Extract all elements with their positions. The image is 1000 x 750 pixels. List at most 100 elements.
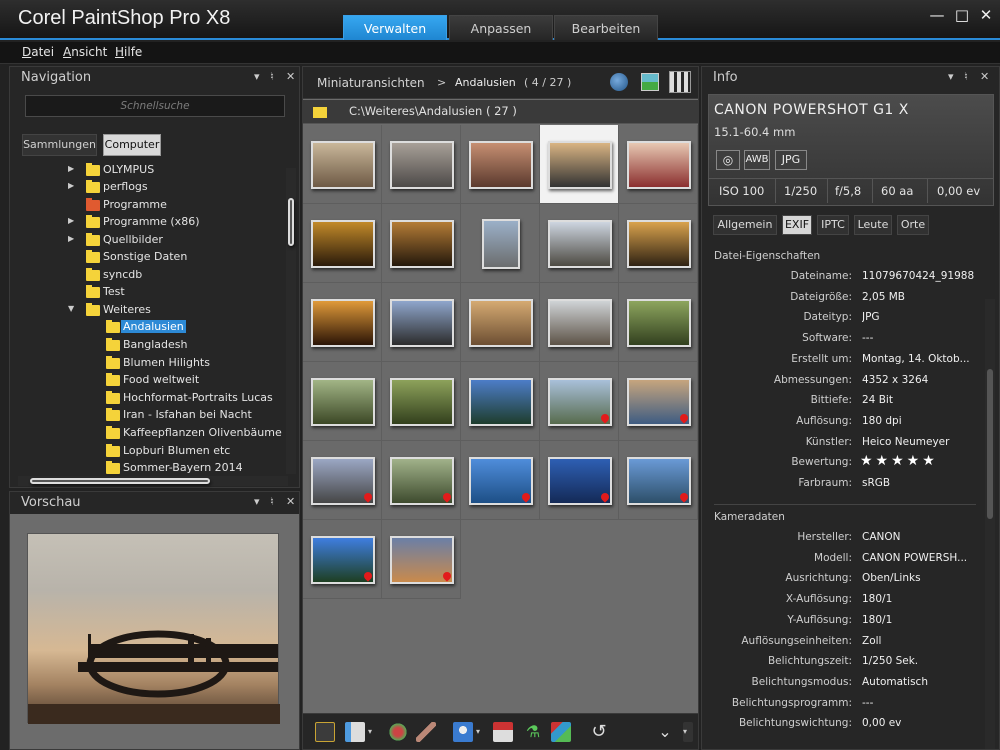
filmstrip-view-icon[interactable] [315, 722, 335, 742]
thumbnail-cell[interactable] [540, 283, 619, 362]
minimize-icon[interactable]: — [927, 6, 947, 24]
thumbnail-cell[interactable] [540, 204, 619, 283]
breadcrumb-folder[interactable]: Andalusien [455, 76, 516, 89]
close-panel-icon[interactable]: ✕ [980, 70, 989, 83]
compare-icon[interactable] [551, 722, 571, 742]
tree-item-blumen-hilights[interactable]: Blumen Hilights [80, 355, 310, 372]
thumbnail-image[interactable] [468, 377, 533, 426]
dropdown-icon[interactable]: ▾ [476, 722, 484, 742]
tab-sammlungen[interactable]: Sammlungen [22, 134, 97, 156]
thumbnail-cell[interactable] [303, 362, 382, 441]
brush-icon[interactable] [416, 722, 436, 742]
scrollbar-thumb[interactable] [288, 198, 294, 246]
thumbnail-image[interactable] [468, 140, 533, 189]
thumbnail-cell[interactable] [303, 520, 382, 599]
thumbnail-image[interactable] [547, 219, 612, 268]
thumbnail-cell[interactable] [461, 125, 540, 204]
thumbnail-image[interactable] [310, 140, 375, 189]
thumbnail-image[interactable] [468, 298, 533, 347]
tree-item-sonstige-daten[interactable]: Sonstige Daten [60, 249, 290, 266]
thumbnail-image[interactable] [626, 140, 691, 189]
thumbnail-cell[interactable] [303, 283, 382, 362]
image-view-icon[interactable] [641, 73, 659, 91]
tree-item-sommer-bayern[interactable]: Sommer-Bayern 2014 [80, 460, 310, 477]
thumbnail-image[interactable] [389, 219, 454, 268]
breadcrumb-root[interactable]: Miniaturansichten [317, 76, 425, 90]
info-vertical-scrollbar[interactable] [985, 299, 995, 749]
expand-icon[interactable]: ▶ [68, 181, 74, 190]
tree-horizontal-scrollbar[interactable] [18, 476, 288, 486]
details-view-icon[interactable] [345, 722, 365, 742]
thumbnail-cell[interactable] [461, 362, 540, 441]
thumbnail-cell[interactable] [461, 441, 540, 520]
thumbnail-image[interactable] [389, 140, 454, 189]
thumbnail-cell[interactable] [382, 362, 461, 441]
grid-view-icon[interactable] [669, 71, 691, 93]
pin-icon[interactable]: ♮ [270, 495, 274, 508]
tree-item-quellbilder[interactable]: ▶ Quellbilder [60, 232, 290, 249]
tree-item-bangladesh[interactable]: Bangladesh [80, 337, 310, 354]
thumbnail-cell[interactable] [303, 125, 382, 204]
thumbnail-image[interactable] [547, 298, 612, 347]
thumbnail-cell[interactable] [540, 441, 619, 520]
tree-item-iran[interactable]: Iran - Isfahan bei Nacht [80, 407, 310, 424]
tree-item-programme[interactable]: Programme [60, 197, 290, 214]
thumbnail-image[interactable] [547, 140, 612, 189]
tree-vertical-scrollbar[interactable] [286, 168, 296, 474]
thumbnail-cell[interactable] [303, 204, 382, 283]
thumbnail-cell[interactable] [619, 283, 698, 362]
tab-orte[interactable]: Orte [897, 215, 929, 235]
close-icon[interactable]: ✕ [976, 6, 996, 24]
collapse-icon[interactable]: ▼ [68, 304, 74, 313]
expand-icon[interactable]: ▶ [68, 164, 74, 173]
expand-icon[interactable]: ▶ [68, 234, 74, 243]
thumbnail-cell[interactable] [382, 204, 461, 283]
thumbnail-cell[interactable] [619, 441, 698, 520]
pin-icon[interactable]: ♮ [270, 70, 274, 83]
thumbnail-cell[interactable] [619, 125, 698, 204]
paint-icon[interactable] [388, 722, 408, 742]
thumbnail-cell[interactable] [382, 125, 461, 204]
pin-icon[interactable]: ♮ [964, 70, 968, 83]
scrollbar-thumb[interactable] [987, 369, 993, 519]
tree-item-andalusien[interactable]: Andalusien [80, 319, 310, 336]
panel-menu-icon[interactable]: ▾ [254, 495, 260, 508]
thumbnail-image[interactable] [310, 219, 375, 268]
menu-datei[interactable]: Datei [22, 45, 54, 59]
thumbnail-image[interactable] [626, 298, 691, 347]
panel-menu-icon[interactable]: ▾ [948, 70, 954, 83]
thumbnail-cell[interactable] [382, 520, 461, 599]
thumbnail-cell[interactable] [540, 362, 619, 441]
rating-stars[interactable]: ★★★★★ [860, 453, 938, 469]
close-panel-icon[interactable]: ✕ [286, 495, 295, 508]
panel-menu-icon[interactable]: ▾ [254, 70, 260, 83]
dropdown-icon[interactable]: ▾ [683, 722, 693, 742]
tree-item-programme-x86[interactable]: ▶ Programme (x86) [60, 214, 290, 231]
thumbnail-image[interactable] [389, 377, 454, 426]
tree-item-olympus[interactable]: ▶ OLYMPUS [60, 162, 290, 179]
tab-anpassen[interactable]: Anpassen [449, 15, 553, 40]
thumbnail-cell[interactable] [619, 362, 698, 441]
thumbnail-cell[interactable] [461, 283, 540, 362]
globe-icon[interactable] [610, 73, 628, 91]
tree-item-weiteres[interactable]: ▼ Weiteres [60, 302, 290, 319]
thumbnail-cell[interactable] [619, 204, 698, 283]
thumbnail-image[interactable] [626, 219, 691, 268]
tab-iptc[interactable]: IPTC [817, 215, 849, 235]
menu-hilfe[interactable]: Hilfe [115, 45, 142, 59]
undo-icon[interactable]: ↺ [589, 722, 609, 742]
tree-item-hochformat[interactable]: Hochformat-Portraits Lucas [80, 390, 310, 407]
tab-computer[interactable]: Computer [103, 134, 161, 156]
thumbnail-image[interactable] [310, 377, 375, 426]
maximize-icon[interactable]: □ [952, 6, 972, 24]
close-panel-icon[interactable]: ✕ [286, 70, 295, 83]
tree-item-food-weltweit[interactable]: Food weltweit [80, 372, 310, 389]
thumbnail-cell[interactable] [382, 283, 461, 362]
thumbnail-image[interactable] [310, 298, 375, 347]
thumbnail-image[interactable] [389, 298, 454, 347]
tree-item-test[interactable]: Test [60, 284, 290, 301]
people-icon[interactable] [453, 722, 473, 742]
menu-ansicht[interactable]: Ansicht [63, 45, 107, 59]
tree-item-kaffeepflanzen[interactable]: Kaffeepflanzen Olivenbäume 20 [80, 425, 286, 442]
thumbnail-cell[interactable] [540, 125, 619, 204]
